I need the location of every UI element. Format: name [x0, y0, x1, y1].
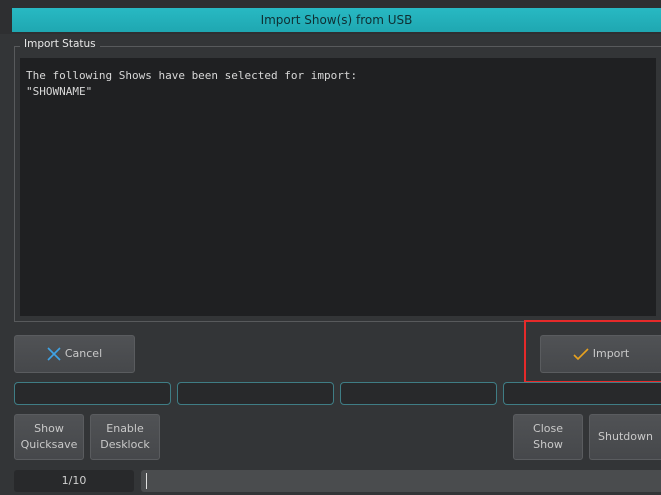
enable-desklock-line1: Enable: [106, 422, 144, 435]
show-quicksave-line1: Show: [34, 422, 64, 435]
import-status-text: The following Shows have been selected f…: [20, 58, 656, 316]
status-line: "SHOWNAME": [26, 85, 93, 98]
command-line-input[interactable]: [141, 470, 661, 492]
shutdown-label: Shutdown: [598, 430, 653, 443]
page-indicator[interactable]: 1/10: [14, 470, 134, 492]
checkmark-icon: [573, 347, 589, 361]
slot-4[interactable]: [503, 382, 661, 405]
close-show-line2: Show: [533, 438, 563, 451]
cancel-label: Cancel: [64, 347, 103, 360]
x-icon: [47, 347, 61, 361]
close-show-button[interactable]: Close Show: [513, 414, 583, 460]
show-quicksave-button[interactable]: Show Quicksave: [14, 414, 84, 460]
slot-2[interactable]: [177, 382, 334, 405]
status-line: The following Shows have been selected f…: [26, 69, 358, 82]
shutdown-button[interactable]: Shutdown: [589, 414, 661, 460]
import-button[interactable]: Import: [540, 335, 661, 373]
show-quicksave-line2: Quicksave: [20, 438, 78, 451]
import-label: Import: [592, 347, 630, 360]
close-show-line1: Close: [533, 422, 563, 435]
enable-desklock-button[interactable]: Enable Desklock: [90, 414, 160, 460]
cancel-button[interactable]: Cancel: [14, 335, 135, 373]
window-title: Import Show(s) from USB: [12, 8, 661, 32]
slot-1[interactable]: [14, 382, 171, 405]
import-status-label: Import Status: [20, 36, 100, 52]
text-cursor: [146, 473, 147, 489]
enable-desklock-line2: Desklock: [100, 438, 150, 451]
slot-3[interactable]: [340, 382, 497, 405]
